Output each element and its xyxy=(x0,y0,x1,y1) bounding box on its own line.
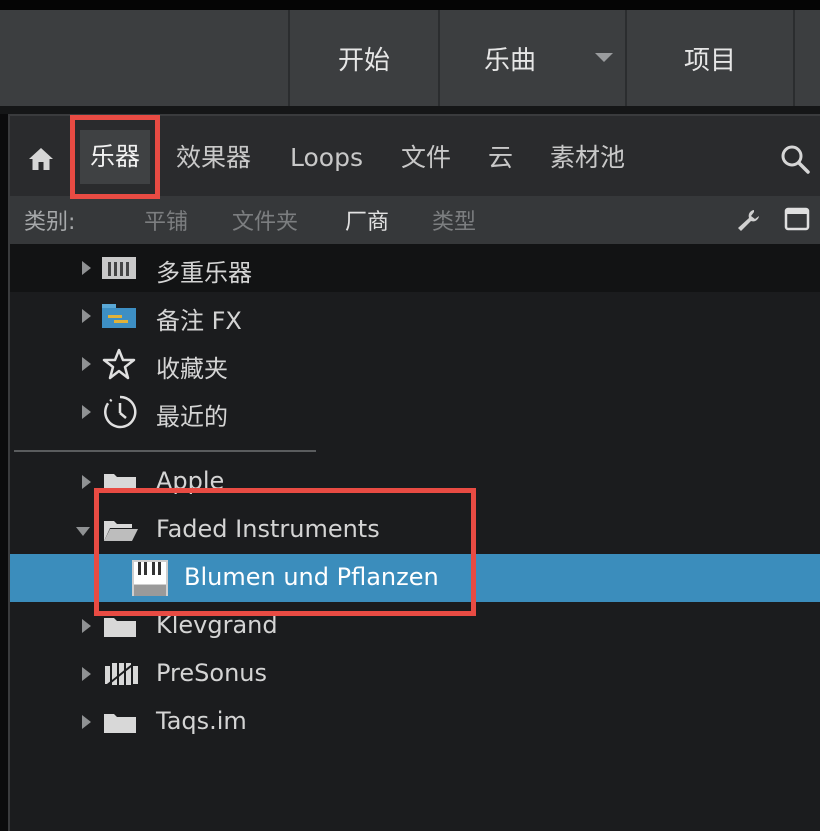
presonus-logo-icon xyxy=(105,661,138,687)
tree-row-favorites[interactable]: 收藏夹 xyxy=(10,340,820,388)
tab-instruments[interactable]: 乐器 xyxy=(80,130,150,184)
chevron-right-icon[interactable] xyxy=(82,619,91,633)
tree-row-faded-instruments[interactable]: Faded Instruments xyxy=(10,506,820,554)
filter-flat[interactable]: 平铺 xyxy=(144,204,188,236)
folder-open-icon xyxy=(104,521,138,541)
tree-row-multi-instruments[interactable]: 多重乐器 xyxy=(10,244,820,292)
tree-row-presonus[interactable]: PreSonus xyxy=(10,650,820,698)
header-tabs: 开始 乐曲 项目 xyxy=(288,10,795,106)
wrench-icon[interactable] xyxy=(736,208,762,232)
filter-folder[interactable]: 文件夹 xyxy=(232,204,298,236)
recent-clock-icon xyxy=(104,395,137,429)
window-icon[interactable] xyxy=(784,207,810,231)
chevron-right-icon[interactable] xyxy=(82,667,91,681)
header-separator xyxy=(0,106,820,114)
chevron-right-icon[interactable] xyxy=(82,475,91,489)
browser-tabs: 乐器 效果器 Loops 文件 云 素材池 xyxy=(10,116,820,196)
tree-label: 收藏夹 xyxy=(156,355,228,383)
multi-instrument-icon xyxy=(102,257,136,279)
tree-label: Apple xyxy=(156,467,225,495)
tree-label: PreSonus xyxy=(156,659,267,687)
tab-files[interactable]: 文件 xyxy=(401,140,451,176)
tree-label: Taqs.im xyxy=(156,707,247,735)
filter-type[interactable]: 类型 xyxy=(432,204,476,236)
tab-project[interactable]: 项目 xyxy=(625,10,795,106)
au-instrument-icon xyxy=(132,560,168,596)
folder-icon xyxy=(104,714,136,733)
tree-label: Faded Instruments xyxy=(156,515,380,543)
chevron-right-icon[interactable] xyxy=(82,261,91,275)
chevron-down-icon[interactable] xyxy=(595,53,613,62)
tree-label: 备注 FX xyxy=(156,307,242,335)
category-label: 类别: xyxy=(24,210,76,235)
tab-song-label: 乐曲 xyxy=(484,45,537,76)
chevron-right-icon[interactable] xyxy=(82,405,91,419)
tab-song[interactable]: 乐曲 xyxy=(438,10,625,106)
main-header: 开始 乐曲 项目 xyxy=(0,10,820,106)
folder-icon xyxy=(104,474,136,493)
tree-row-recent[interactable]: 最近的 xyxy=(10,388,820,436)
tab-effects[interactable]: 效果器 xyxy=(176,140,251,176)
star-icon xyxy=(102,348,136,380)
tree-divider xyxy=(14,450,316,452)
home-icon[interactable] xyxy=(28,146,54,172)
tree-row-taqs-im[interactable]: Taqs.im xyxy=(10,698,820,746)
tab-cloud[interactable]: 云 xyxy=(488,140,513,176)
tab-start[interactable]: 开始 xyxy=(288,10,438,106)
filter-vendor[interactable]: 厂商 xyxy=(345,204,389,236)
folder-icon xyxy=(104,618,136,637)
tree-label: 多重乐器 xyxy=(156,259,252,287)
tree-label: Blumen und Pflanzen xyxy=(184,563,439,591)
tree-label: 最近的 xyxy=(156,403,228,431)
note-fx-icon xyxy=(102,304,136,328)
tree-label: Klevgrand xyxy=(156,611,278,639)
chevron-right-icon[interactable] xyxy=(82,715,91,729)
tree-row-blumen-und-pflanzen[interactable]: Blumen und Pflanzen xyxy=(10,554,820,602)
chevron-right-icon[interactable] xyxy=(82,357,91,371)
tree-row-klevgrand[interactable]: Klevgrand xyxy=(10,602,820,650)
window-top-edge xyxy=(0,0,820,10)
chevron-down-icon[interactable] xyxy=(76,527,90,536)
search-icon[interactable] xyxy=(780,144,810,174)
tree-row-note-fx[interactable]: 备注 FX xyxy=(10,292,820,340)
tab-loops[interactable]: Loops xyxy=(290,140,363,176)
tab-pool[interactable]: 素材池 xyxy=(550,140,625,176)
chevron-right-icon[interactable] xyxy=(82,309,91,323)
tree-row-apple[interactable]: Apple xyxy=(10,458,820,506)
browser-panel: 乐器 效果器 Loops 文件 云 素材池 类别: 平铺 文件夹 厂商 类型 多… xyxy=(8,114,820,831)
category-filter-bar: 类别: 平铺 文件夹 厂商 类型 xyxy=(10,196,820,244)
